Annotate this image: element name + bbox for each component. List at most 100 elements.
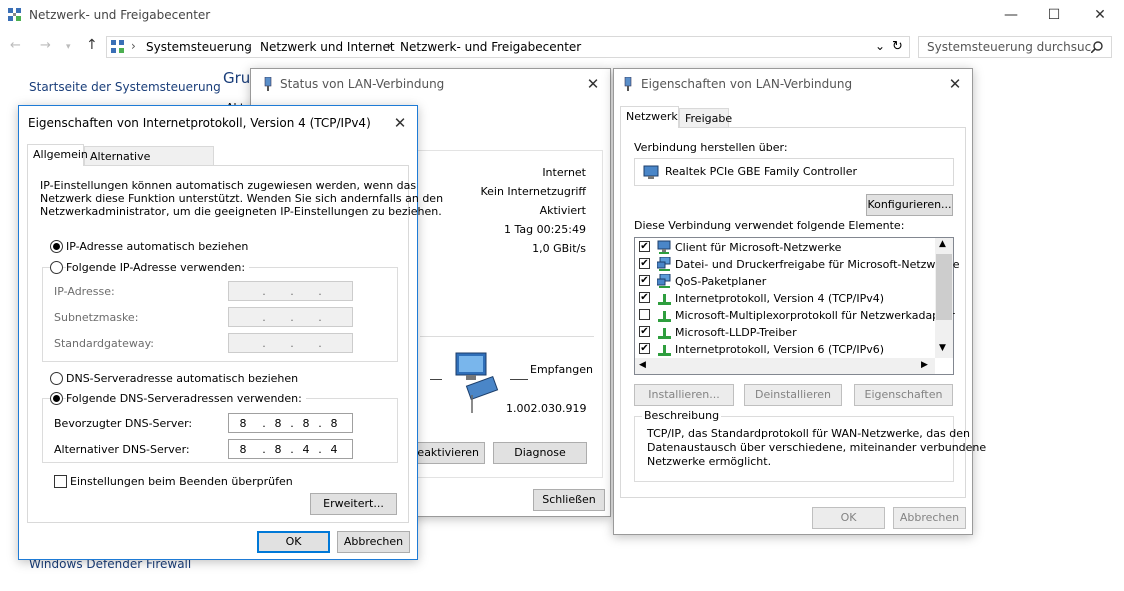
radio-dns-manual-label[interactable]: Folgende DNS-Serveradressen verwenden: [66,392,306,405]
preferred-dns-field[interactable]: 8 . 8 . 8 . 8 [228,413,353,433]
dns-octet[interactable]: 4 [320,443,348,456]
recent-dropdown-icon[interactable]: ▾ [66,42,71,52]
item-checkbox[interactable] [639,309,650,320]
protocol-icon [658,294,671,305]
network-center-icon [8,8,21,21]
ipv4-ok-button[interactable]: OK [257,531,330,553]
scroll-left-icon[interactable]: ◀ [639,360,646,370]
back-arrow-icon[interactable]: ← [10,38,21,53]
ipv4-titlebar: Eigenschaften von Internetprotokoll, Ver… [19,106,417,136]
radio-dns-auto[interactable] [50,372,63,385]
diagnose-button[interactable]: Diagnose [493,442,587,464]
scroll-down-icon[interactable]: ▼ [939,343,946,353]
chevron-right-icon: › [387,39,392,53]
item-label: Datei- und Druckerfreigabe für Microsoft… [675,258,960,271]
configure-button[interactable]: Konfigurieren... [866,194,953,216]
network-service-icon [657,274,671,288]
scroll-right-icon[interactable]: ▶ [921,360,928,370]
radio-ip-manual[interactable] [50,261,63,274]
item-label: Microsoft-LLDP-Treiber [675,326,797,339]
refresh-icon[interactable]: ↻ [892,39,903,54]
item-label: Internetprotokoll, Version 6 (TCP/IPv6) [675,343,885,356]
minimize-button[interactable]: — [988,4,1034,26]
tab-allgemein[interactable]: Allgemein [27,144,88,166]
properties-button[interactable]: Eigenschaften [854,384,953,406]
tab-alternative-konfiguration[interactable]: Alternative Konfiguration [84,146,214,176]
description-group: Beschreibung TCP/IP, das Standardprotoko… [634,409,986,482]
horizontal-scrollbar[interactable]: ◀ ▶ [635,358,935,374]
status-dialog-title: Status von LAN-Verbindung [280,77,445,91]
ip-address-label: IP-Adresse: [54,285,115,298]
close-icon[interactable]: ✕ [944,73,966,95]
radio-ip-auto[interactable] [50,240,63,253]
ipv4-cancel-button[interactable]: Abbrechen [337,531,410,553]
description-line-3: Netzwerke ermöglicht. [647,455,772,468]
radio-ip-manual-label[interactable]: Folgende IP-Adresse verwenden: [66,261,250,274]
item-checkbox[interactable]: ✔ [639,258,650,269]
sidebar-link-home[interactable]: Startseite der Systemsteuerung [29,80,221,94]
lan-properties-dialog: Eigenschaften von LAN-Verbindung ✕ Netzw… [613,68,986,535]
breadcrumb-systemsteuerung[interactable]: Systemsteuerung [146,40,252,54]
vertical-scrollbar[interactable]: ▲ ▼ [935,238,953,358]
tab-freigabe[interactable]: Freigabe [679,108,732,128]
address-bar[interactable]: › Systemsteuerung › Netzwerk und Interne… [106,36,910,58]
intro-line-1: IP-Einstellungen können automatisch zuge… [40,179,417,192]
up-arrow-icon[interactable]: ↑ [86,37,98,53]
radio-dns-manual[interactable] [50,392,63,405]
item-checkbox[interactable]: ✔ [639,292,650,303]
install-button[interactable]: Installieren... [634,384,734,406]
chevron-down-icon[interactable]: ⌄ [875,39,885,53]
scroll-up-icon[interactable]: ▲ [939,239,946,249]
gateway-label: Standardgateway: [54,337,154,350]
status-value-ipv4: Internet [542,166,586,179]
components-list[interactable]: ✔ Client für Microsoft-Netzwerke ✔ Datei- u… [634,237,959,375]
items-label: Diese Verbindung verwendet folgende Elem… [634,219,905,232]
radio-ip-auto-label[interactable]: IP-Adresse automatisch beziehen [66,240,248,253]
network-adapter-icon [643,165,659,179]
search-icon [1091,41,1103,53]
main-window-title: Netzwerk- und Freigabecenter [29,8,211,22]
ip-dot: . [262,285,266,298]
breadcrumb-freigabecenter[interactable]: Netzwerk- und Freigabecenter [400,40,581,54]
divider [420,336,594,337]
received-bytes: 1.002.030.919 [506,402,587,415]
tab-netzwerk[interactable]: Netzwerk [620,106,679,128]
ip-dot: . [318,337,322,350]
close-icon[interactable]: ✕ [389,112,411,134]
maximize-button[interactable]: ☐ [1031,4,1077,26]
breadcrumb-netzwerk-internet[interactable]: Netzwerk und Internet [260,40,395,54]
adapter-name: Realtek PCIe GBE Family Controller [665,165,858,178]
status-value-ipv6: Kein Internetzugriff [480,185,586,198]
scrollbar-thumb[interactable] [936,254,952,320]
item-checkbox[interactable]: ✔ [639,326,650,337]
status-value-speed: 1,0 GBit/s [532,242,586,255]
protocol-icon [658,328,671,339]
item-label: Client für Microsoft-Netzwerke [675,241,842,254]
validate-checkbox[interactable] [54,475,67,488]
uninstall-button[interactable]: Deinstallieren [744,384,842,406]
dns-octet[interactable]: 8 [320,417,348,430]
lan-properties-title: Eigenschaften von LAN-Verbindung [641,77,853,91]
close-button[interactable]: ✕ [1077,4,1123,26]
alternate-dns-field[interactable]: 8 . 8 . 4 . 4 [228,439,353,459]
forward-arrow-icon[interactable]: → [40,38,51,53]
advanced-button[interactable]: Erweitert... [310,493,397,515]
close-status-button[interactable]: Schließen [533,489,605,511]
item-label: QoS-Paketplaner [675,275,767,288]
item-checkbox[interactable]: ✔ [639,241,650,252]
ip-dot: . [318,311,322,324]
search-input[interactable]: Systemsteuerung durchsuc [918,36,1112,58]
ipv4-properties-dialog: Eigenschaften von Internetprotokoll, Ver… [18,105,443,560]
lan-ok-button[interactable]: OK [812,507,885,529]
item-checkbox[interactable]: ✔ [639,275,650,286]
ip-dot: . [262,337,266,350]
item-checkbox[interactable]: ✔ [639,343,650,354]
close-icon[interactable]: ✕ [582,73,604,95]
network-adapter-icon [624,77,632,91]
ipv4-dialog-title: Eigenschaften von Internetprotokoll, Ver… [28,116,371,130]
radio-dns-auto-label[interactable]: DNS-Serveradresse automatisch beziehen [66,372,298,385]
main-titlebar: Netzwerk- und Freigabecenter — ☐ ✕ [0,0,1124,32]
validate-label[interactable]: Einstellungen beim Beenden überprüfen [70,475,293,488]
lan-cancel-button[interactable]: Abbrechen [893,507,966,529]
ip-dot: . [290,337,294,350]
